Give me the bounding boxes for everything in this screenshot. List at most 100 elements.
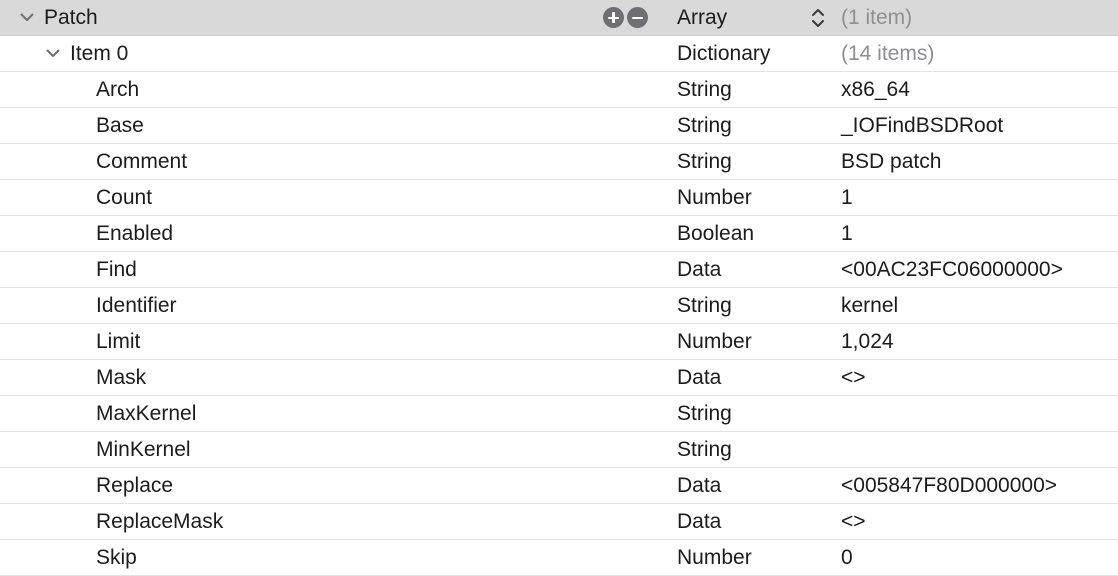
value-cell[interactable]: 1 bbox=[841, 216, 1111, 251]
key-label: Skip bbox=[96, 546, 137, 569]
type-label: Data bbox=[677, 510, 722, 533]
key-label: Count bbox=[96, 186, 153, 209]
value-label: kernel bbox=[841, 294, 899, 317]
value-label: <005847F80D000000> bbox=[841, 474, 1058, 497]
type-label: String bbox=[677, 294, 732, 317]
type-cell[interactable]: Data bbox=[677, 468, 827, 503]
type-label: Dictionary bbox=[677, 42, 771, 65]
type-label: Number bbox=[677, 546, 752, 569]
value-label: <> bbox=[841, 510, 866, 533]
value-label: x86_64 bbox=[841, 78, 910, 101]
type-label: Data bbox=[677, 474, 722, 497]
key-label: Limit bbox=[96, 330, 141, 353]
type-cell[interactable]: Array bbox=[677, 0, 827, 35]
value-cell[interactable]: BSD patch bbox=[841, 144, 1111, 179]
row-enabled[interactable]: Enabled Boolean 1 bbox=[0, 216, 1118, 252]
chevron-down-icon[interactable] bbox=[16, 0, 38, 35]
value-cell[interactable] bbox=[841, 432, 1111, 467]
row-count[interactable]: Count Number 1 bbox=[0, 180, 1118, 216]
row-identifier[interactable]: Identifier String kernel bbox=[0, 288, 1118, 324]
type-label: String bbox=[677, 78, 732, 101]
value-label: 1,024 bbox=[841, 330, 894, 353]
row-base[interactable]: Base String _IOFindBSDRoot bbox=[0, 108, 1118, 144]
row-skip[interactable]: Skip Number 0 bbox=[0, 540, 1118, 576]
row-comment[interactable]: Comment String BSD patch bbox=[0, 144, 1118, 180]
key-cell[interactable]: Identifier bbox=[0, 288, 660, 323]
key-cell[interactable]: Comment bbox=[0, 144, 660, 179]
key-cell[interactable]: MinKernel bbox=[0, 432, 660, 467]
value-cell[interactable]: kernel bbox=[841, 288, 1111, 323]
value-cell[interactable]: <00AC23FC06000000> bbox=[841, 252, 1111, 287]
minus-circle-icon[interactable] bbox=[627, 7, 648, 28]
key-cell[interactable]: Skip bbox=[0, 540, 660, 575]
key-cell[interactable]: Count bbox=[0, 180, 660, 215]
plist-outline: Patch Array (1 item) Item 0 Dictionary (… bbox=[0, 0, 1118, 576]
type-label: Number bbox=[677, 330, 752, 353]
type-cell[interactable]: String bbox=[677, 108, 827, 143]
value-cell[interactable] bbox=[841, 396, 1111, 431]
row-patch[interactable]: Patch Array (1 item) bbox=[0, 0, 1118, 36]
value-label: (14 items) bbox=[841, 42, 935, 65]
key-cell[interactable]: Arch bbox=[0, 72, 660, 107]
type-label: Data bbox=[677, 258, 722, 281]
key-cell[interactable]: MaxKernel bbox=[0, 396, 660, 431]
type-cell[interactable]: Boolean bbox=[677, 216, 827, 251]
type-cell[interactable]: Dictionary bbox=[677, 36, 827, 71]
type-cell[interactable]: String bbox=[677, 396, 827, 431]
value-cell[interactable]: <005847F80D000000> bbox=[841, 468, 1111, 503]
row-minkernel[interactable]: MinKernel String bbox=[0, 432, 1118, 468]
value-cell[interactable]: 1 bbox=[841, 180, 1111, 215]
row-mask[interactable]: Mask Data <> bbox=[0, 360, 1118, 396]
type-cell[interactable]: Number bbox=[677, 540, 827, 575]
value-cell[interactable]: x86_64 bbox=[841, 72, 1111, 107]
key-label: Base bbox=[96, 114, 144, 137]
type-cell[interactable]: Data bbox=[677, 504, 827, 539]
type-cell[interactable]: Number bbox=[677, 324, 827, 359]
row-arch[interactable]: Arch String x86_64 bbox=[0, 72, 1118, 108]
key-cell: Patch bbox=[0, 0, 660, 35]
row-find[interactable]: Find Data <00AC23FC06000000> bbox=[0, 252, 1118, 288]
key-cell[interactable]: ReplaceMask bbox=[0, 504, 660, 539]
type-label: String bbox=[677, 114, 732, 137]
key-label: Arch bbox=[96, 78, 140, 101]
key-label: Identifier bbox=[96, 294, 177, 317]
key-cell[interactable]: Limit bbox=[0, 324, 660, 359]
value-label: <00AC23FC06000000> bbox=[841, 258, 1063, 281]
row-item-0[interactable]: Item 0 Dictionary (14 items) bbox=[0, 36, 1118, 72]
type-label: String bbox=[677, 150, 732, 173]
type-label: String bbox=[677, 402, 732, 425]
up-down-chevron-icon[interactable] bbox=[810, 6, 826, 30]
type-label: Boolean bbox=[677, 222, 755, 245]
value-cell[interactable]: 1,024 bbox=[841, 324, 1111, 359]
chevron-down-icon[interactable] bbox=[42, 36, 64, 71]
key-label: MaxKernel bbox=[96, 402, 197, 425]
value-cell[interactable]: <> bbox=[841, 504, 1111, 539]
value-cell[interactable]: <> bbox=[841, 360, 1111, 395]
key-cell: Item 0 bbox=[0, 36, 660, 71]
key-cell[interactable]: Enabled bbox=[0, 216, 660, 251]
type-cell[interactable]: Data bbox=[677, 360, 827, 395]
key-label: Comment bbox=[96, 150, 188, 173]
plus-circle-icon[interactable] bbox=[603, 7, 624, 28]
key-cell[interactable]: Base bbox=[0, 108, 660, 143]
key-cell[interactable]: Replace bbox=[0, 468, 660, 503]
key-cell[interactable]: Find bbox=[0, 252, 660, 287]
key-label: ReplaceMask bbox=[96, 510, 224, 533]
value-cell[interactable]: 0 bbox=[841, 540, 1111, 575]
type-cell[interactable]: String bbox=[677, 72, 827, 107]
type-cell[interactable]: String bbox=[677, 288, 827, 323]
type-cell[interactable]: Number bbox=[677, 180, 827, 215]
key-label: MinKernel bbox=[96, 438, 191, 461]
value-cell[interactable]: _IOFindBSDRoot bbox=[841, 108, 1111, 143]
value-label: <> bbox=[841, 366, 866, 389]
type-cell[interactable]: String bbox=[677, 432, 827, 467]
type-label: Data bbox=[677, 366, 722, 389]
key-cell[interactable]: Mask bbox=[0, 360, 660, 395]
row-maxkernel[interactable]: MaxKernel String bbox=[0, 396, 1118, 432]
row-limit[interactable]: Limit Number 1,024 bbox=[0, 324, 1118, 360]
type-cell[interactable]: String bbox=[677, 144, 827, 179]
row-replacemask[interactable]: ReplaceMask Data <> bbox=[0, 504, 1118, 540]
type-cell[interactable]: Data bbox=[677, 252, 827, 287]
row-replace[interactable]: Replace Data <005847F80D000000> bbox=[0, 468, 1118, 504]
type-label: Array bbox=[677, 6, 728, 29]
